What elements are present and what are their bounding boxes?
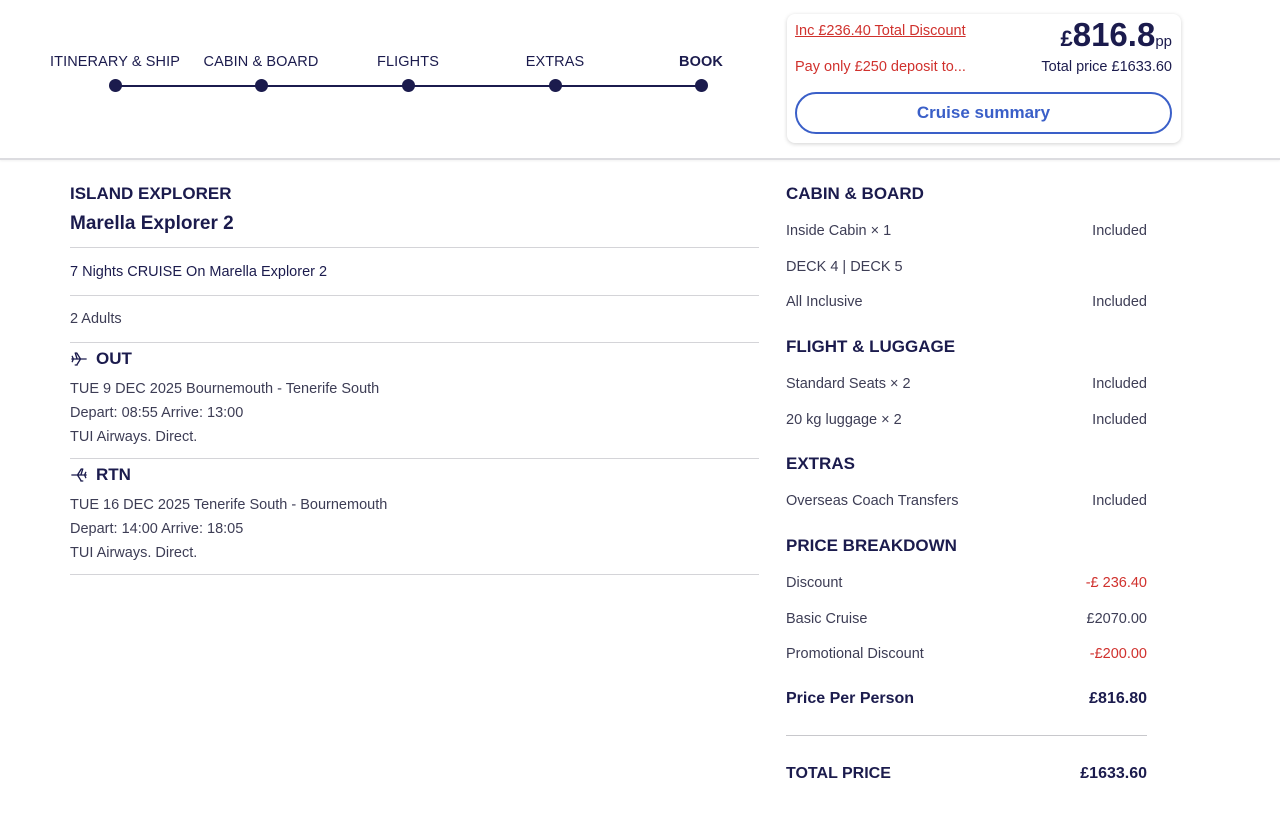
basic-cruise-row-value: £2070.00 bbox=[1086, 611, 1147, 627]
total-price-value: £1633.60 bbox=[1080, 765, 1147, 782]
flight-luggage-heading: FLIGHT & LUGGAGE bbox=[786, 337, 956, 356]
plane-return-icon bbox=[71, 468, 87, 482]
divider bbox=[70, 458, 759, 459]
progress-stepper: ITINERARY & SHIP CABIN & BOARD FLIGHTS E… bbox=[0, 0, 760, 160]
currency-symbol: £ bbox=[1060, 26, 1073, 51]
divider bbox=[70, 574, 759, 575]
price-breakdown-heading: PRICE BREAKDOWN bbox=[786, 536, 957, 555]
extras-heading: EXTRAS bbox=[786, 454, 855, 473]
divider bbox=[70, 295, 759, 296]
outbound-times: Depart: 08:55 Arrive: 13:00 bbox=[70, 405, 244, 421]
cruise-title: ISLAND EXPLORER bbox=[70, 184, 232, 203]
total-discount-link[interactable]: Inc £236.40 Total Discount bbox=[795, 23, 966, 39]
step-dot-flights[interactable] bbox=[401, 79, 415, 92]
cabin-board-heading: CABIN & BOARD bbox=[786, 184, 924, 203]
return-carrier: TUI Airways. Direct. bbox=[70, 545, 198, 561]
step-book[interactable]: BOOK bbox=[621, 54, 781, 70]
return-label: RTN bbox=[96, 465, 131, 484]
deposit-link[interactable]: Pay only £250 deposit to... bbox=[795, 59, 966, 75]
outbound-label: OUT bbox=[96, 349, 132, 368]
cabin-row-value: Included bbox=[1092, 223, 1147, 239]
outbound-carrier: TUI Airways. Direct. bbox=[70, 429, 198, 445]
total-price-label: TOTAL PRICE bbox=[786, 765, 891, 782]
luggage-row-label: 20 kg luggage × 2 bbox=[786, 412, 902, 428]
ship-name: Marella Explorer 2 bbox=[70, 213, 234, 234]
step-itinerary-ship[interactable]: ITINERARY & SHIP bbox=[35, 54, 195, 70]
passenger-count: 2 Adults bbox=[70, 311, 122, 327]
promo-discount-row-value: -£200.00 bbox=[1089, 646, 1147, 662]
step-extras[interactable]: EXTRAS bbox=[475, 54, 635, 70]
cruise-summary-button[interactable]: Cruise summary bbox=[795, 92, 1172, 134]
step-dot-book[interactable] bbox=[694, 79, 708, 92]
return-times: Depart: 14:00 Arrive: 18:05 bbox=[70, 521, 244, 537]
promo-discount-row-label: Promotional Discount bbox=[786, 646, 924, 662]
return-route: TUE 16 DEC 2025 Tenerife South - Bournem… bbox=[70, 497, 388, 513]
total-price-line: Total price £1633.60 bbox=[1041, 59, 1172, 75]
board-row-value: Included bbox=[1092, 294, 1147, 310]
per-person-amount: 816.8 bbox=[1072, 16, 1156, 53]
step-dot-extras[interactable] bbox=[548, 79, 562, 92]
price-per-person-value: £816.80 bbox=[1089, 690, 1147, 707]
deck-row-label: DECK 4 | DECK 5 bbox=[786, 259, 903, 275]
price-per-person-label: Price Per Person bbox=[786, 690, 915, 707]
seats-row-value: Included bbox=[1092, 376, 1147, 392]
divider bbox=[70, 342, 759, 343]
step-cabin-board[interactable]: CABIN & BOARD bbox=[181, 54, 341, 70]
outbound-heading: OUT bbox=[70, 349, 132, 369]
divider bbox=[786, 735, 1147, 736]
per-person-suffix: pp bbox=[1155, 33, 1172, 50]
transfers-row-label: Overseas Coach Transfers bbox=[786, 493, 959, 509]
cabin-row-label: Inside Cabin × 1 bbox=[786, 223, 892, 239]
step-dot-itinerary-ship[interactable] bbox=[108, 79, 122, 92]
discount-row-label: Discount bbox=[786, 575, 843, 591]
basic-cruise-row-label: Basic Cruise bbox=[786, 611, 868, 627]
price-summary-card: Inc £236.40 Total Discount Pay only £250… bbox=[787, 14, 1181, 143]
cruise-nights: 7 Nights CRUISE On Marella Explorer 2 bbox=[70, 264, 328, 280]
transfers-row-value: Included bbox=[1092, 493, 1147, 509]
seats-row-label: Standard Seats × 2 bbox=[786, 376, 911, 392]
discount-row-value: -£ 236.40 bbox=[1085, 575, 1147, 591]
board-row-label: All Inclusive bbox=[786, 294, 863, 310]
per-person-price: £816.8pp bbox=[1060, 16, 1172, 54]
outbound-route: TUE 9 DEC 2025 Bournemouth - Tenerife So… bbox=[70, 381, 380, 397]
step-dot-cabin-board[interactable] bbox=[254, 79, 268, 92]
plane-outbound-icon bbox=[71, 352, 87, 366]
booking-header: ITINERARY & SHIP CABIN & BOARD FLIGHTS E… bbox=[0, 0, 1280, 160]
step-flights[interactable]: FLIGHTS bbox=[328, 54, 488, 70]
divider bbox=[70, 247, 759, 248]
luggage-row-value: Included bbox=[1092, 412, 1147, 428]
return-heading: RTN bbox=[70, 465, 131, 485]
